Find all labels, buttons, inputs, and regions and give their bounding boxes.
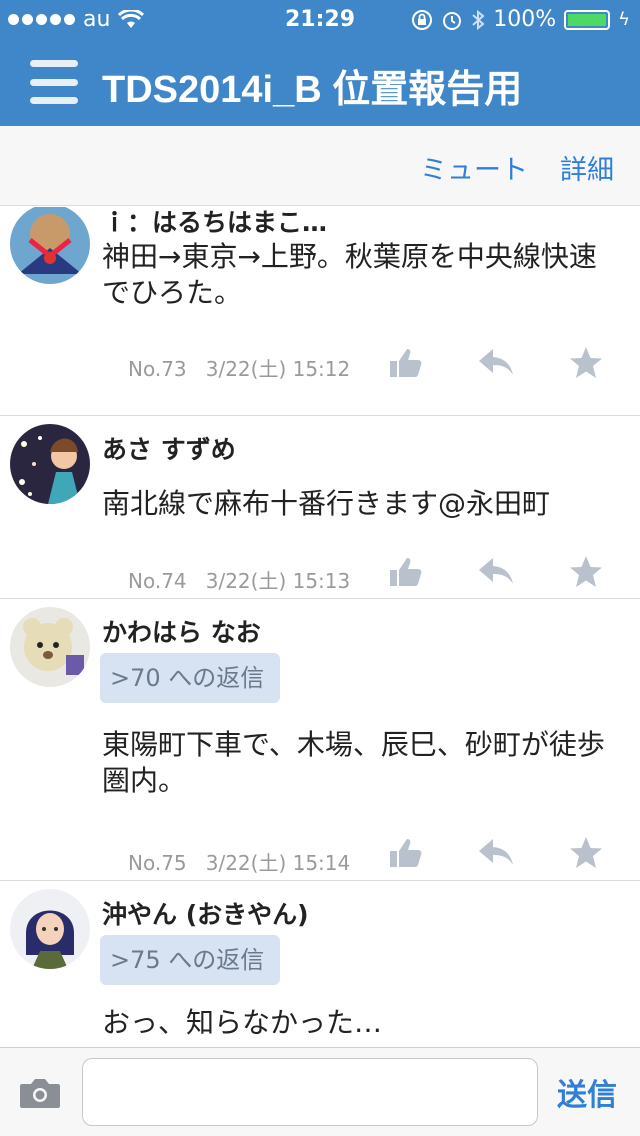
top-bar: au 21:29 100% ϟ TDS2014i_B 位置報告用 (0, 0, 640, 126)
message-feed[interactable]: ｉ：はるちはまこ… 神田→東京→上野。秋葉原を中央線快速でひろた。 No.73 … (0, 207, 640, 1047)
author-name[interactable]: ｉ：はるちはまこ… (102, 207, 327, 239)
avatar[interactable] (10, 607, 90, 687)
send-button[interactable]: 送信 (557, 1070, 617, 1114)
reply-reference[interactable]: >70 への返信 (100, 653, 280, 703)
message-meta: No.75 3/22(土) 15:14 (128, 847, 350, 876)
battery-percent: 100% (493, 7, 557, 32)
star-icon[interactable] (566, 554, 606, 590)
detail-button[interactable]: 詳細 (560, 148, 614, 187)
message-composer: 送信 (0, 1047, 640, 1136)
reply-arrow-icon[interactable] (477, 345, 517, 381)
page-title: TDS2014i_B 位置報告用 (102, 69, 523, 111)
message-meta: No.73 3/22(土) 15:12 (128, 353, 350, 382)
camera-icon[interactable] (18, 1076, 62, 1110)
message-body: 神田→東京→上野。秋葉原を中央線快速でひろた。 (102, 240, 597, 309)
message-body: 東陽町下車で、木場、辰巳、砂町が徒歩圏内。 (102, 728, 605, 797)
avatar[interactable] (10, 424, 90, 504)
message-datetime: 3/22(土) 15:12 (205, 357, 351, 381)
nav-bar: TDS2014i_B 位置報告用 (0, 40, 640, 126)
star-icon[interactable] (566, 345, 606, 381)
message-number: No.73 (128, 357, 187, 381)
alarm-icon (443, 11, 462, 30)
reply-arrow-icon[interactable] (477, 835, 517, 871)
battery-icon (564, 9, 611, 30)
message-body: 南北線で麻布十番行きます@永田町 (102, 487, 551, 520)
message-item: ｉ：はるちはまこ… 神田→東京→上野。秋葉原を中央線快速でひろた。 No.73 … (0, 207, 640, 416)
reply-reference[interactable]: >75 への返信 (100, 935, 280, 985)
bluetooth-icon (472, 9, 485, 30)
message-body: おっ、知らなかった… (102, 1006, 383, 1039)
message-meta: No.74 3/22(土) 15:13 (128, 565, 350, 594)
author-name[interactable]: 沖やん (おきやん) (102, 895, 309, 931)
message-number: No.75 (128, 851, 187, 875)
reply-arrow-icon[interactable] (477, 554, 517, 590)
message-item: あさ すずめ 南北線で麻布十番行きます@永田町 No.74 3/22(土) 15… (0, 416, 640, 599)
message-item: 沖やん (おきやん) >75 への返信 おっ、知らなかった… (0, 881, 640, 1047)
thumbs-up-icon[interactable] (386, 835, 426, 871)
message-number: No.74 (128, 569, 187, 593)
message-datetime: 3/22(土) 15:14 (205, 851, 351, 875)
star-icon[interactable] (566, 835, 606, 871)
charging-icon: ϟ (618, 9, 630, 30)
thumbs-up-icon[interactable] (386, 345, 426, 381)
avatar[interactable] (10, 889, 90, 969)
message-datetime: 3/22(土) 15:13 (205, 569, 351, 593)
author-name[interactable]: あさ すずめ (102, 430, 236, 466)
sub-toolbar: ミュート 詳細 (0, 126, 640, 206)
message-input[interactable] (82, 1058, 538, 1126)
hamburger-icon[interactable] (30, 60, 78, 104)
author-name[interactable]: かわはら なお (102, 613, 261, 649)
mute-button[interactable]: ミュート (420, 148, 528, 187)
rotation-lock-icon (412, 9, 433, 30)
avatar[interactable] (10, 207, 90, 284)
thumbs-up-icon[interactable] (386, 554, 426, 590)
status-bar: au 21:29 100% ϟ (0, 0, 640, 40)
message-item: かわはら なお >70 への返信 東陽町下車で、木場、辰巳、砂町が徒歩圏内。 N… (0, 599, 640, 881)
